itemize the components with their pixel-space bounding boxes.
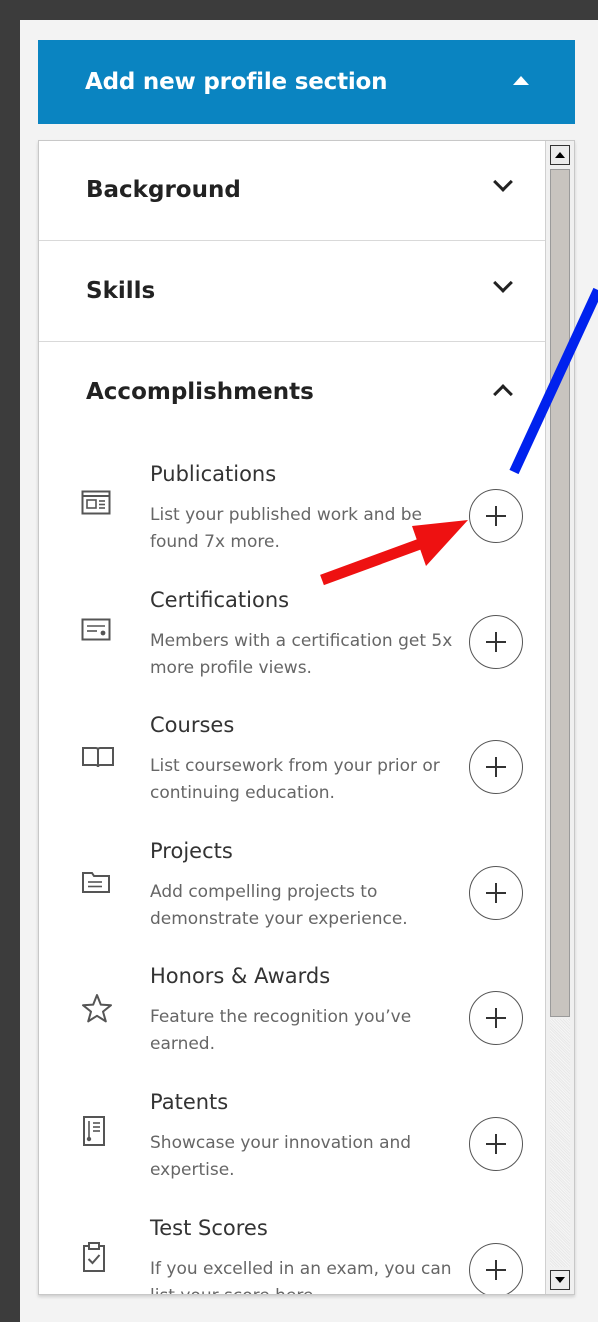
add-certification-button[interactable]: [469, 615, 523, 669]
accomplishment-item-publications: Publications List your published work an…: [39, 462, 545, 587]
item-title: Certifications: [150, 588, 290, 612]
add-course-button[interactable]: [469, 740, 523, 794]
profile-sections-panel: Background Skills Accomplishments Public…: [38, 140, 575, 1295]
scrollbar-thumb[interactable]: [550, 169, 570, 1017]
chevron-down-icon[interactable]: [493, 172, 513, 192]
caret-up-icon[interactable]: [513, 76, 529, 85]
publication-icon: [81, 490, 111, 515]
add-publication-button[interactable]: [469, 489, 523, 543]
add-profile-section-header[interactable]: Add new profile section: [38, 40, 575, 124]
section-title: Skills: [86, 278, 156, 304]
item-description: If you excelled in an exam, you can list…: [150, 1259, 452, 1294]
scroll-down-button[interactable]: [550, 1270, 570, 1290]
chevron-up-icon[interactable]: [493, 384, 513, 404]
item-title: Courses: [150, 713, 235, 737]
arrow-down-icon: [555, 1277, 565, 1283]
scroll-up-button[interactable]: [550, 145, 570, 165]
section-title: Accomplishments: [86, 379, 314, 405]
item-title: Honors & Awards: [150, 964, 331, 988]
section-title: Background: [86, 177, 241, 203]
patent-icon: [83, 1116, 105, 1146]
item-description: List coursework from your prior or conti…: [150, 756, 440, 803]
section-skills[interactable]: Skills: [39, 242, 545, 342]
item-title: Test Scores: [150, 1216, 268, 1240]
item-title: Patents: [150, 1090, 229, 1114]
item-title: Publications: [150, 462, 277, 486]
scrollbar[interactable]: [545, 141, 574, 1294]
add-project-button[interactable]: [469, 866, 523, 920]
accomplishment-item-honors-awards: Honors & Awards Feature the recognition …: [39, 964, 545, 1089]
scrollbar-track[interactable]: [550, 1019, 570, 1267]
section-accomplishments[interactable]: Accomplishments: [39, 343, 545, 443]
add-patent-button[interactable]: [469, 1117, 523, 1171]
section-background[interactable]: Background: [39, 141, 545, 241]
header-title: Add new profile section: [85, 69, 388, 95]
item-description: Add compelling projects to demonstrate y…: [150, 882, 408, 929]
item-description: Members with a certification get 5x more…: [150, 631, 453, 678]
book-icon: [82, 747, 114, 768]
star-icon: [82, 994, 112, 1023]
accomplishment-item-patents: Patents Showcase your innovation and exp…: [39, 1090, 545, 1215]
item-title: Projects: [150, 839, 233, 863]
clipboard-check-icon: [83, 1242, 105, 1272]
item-description: Feature the recognition you’ve earned.: [150, 1007, 412, 1054]
add-honor-award-button[interactable]: [469, 991, 523, 1045]
item-description: List your published work and be found 7x…: [150, 505, 423, 552]
accomplishment-item-projects: Projects Add compelling projects to demo…: [39, 839, 545, 964]
accomplishment-item-courses: Courses List coursework from your prior …: [39, 713, 545, 838]
add-test-score-button[interactable]: [469, 1243, 523, 1294]
item-description: Showcase your innovation and expertise.: [150, 1133, 412, 1180]
folder-icon: [82, 872, 110, 893]
accomplishment-item-certifications: Certifications Members with a certificat…: [39, 588, 545, 713]
chevron-down-icon[interactable]: [493, 273, 513, 293]
arrow-up-icon: [555, 152, 565, 158]
accomplishment-item-test-scores: Test Scores If you excelled in an exam, …: [39, 1216, 545, 1294]
certificate-icon: [81, 618, 111, 641]
